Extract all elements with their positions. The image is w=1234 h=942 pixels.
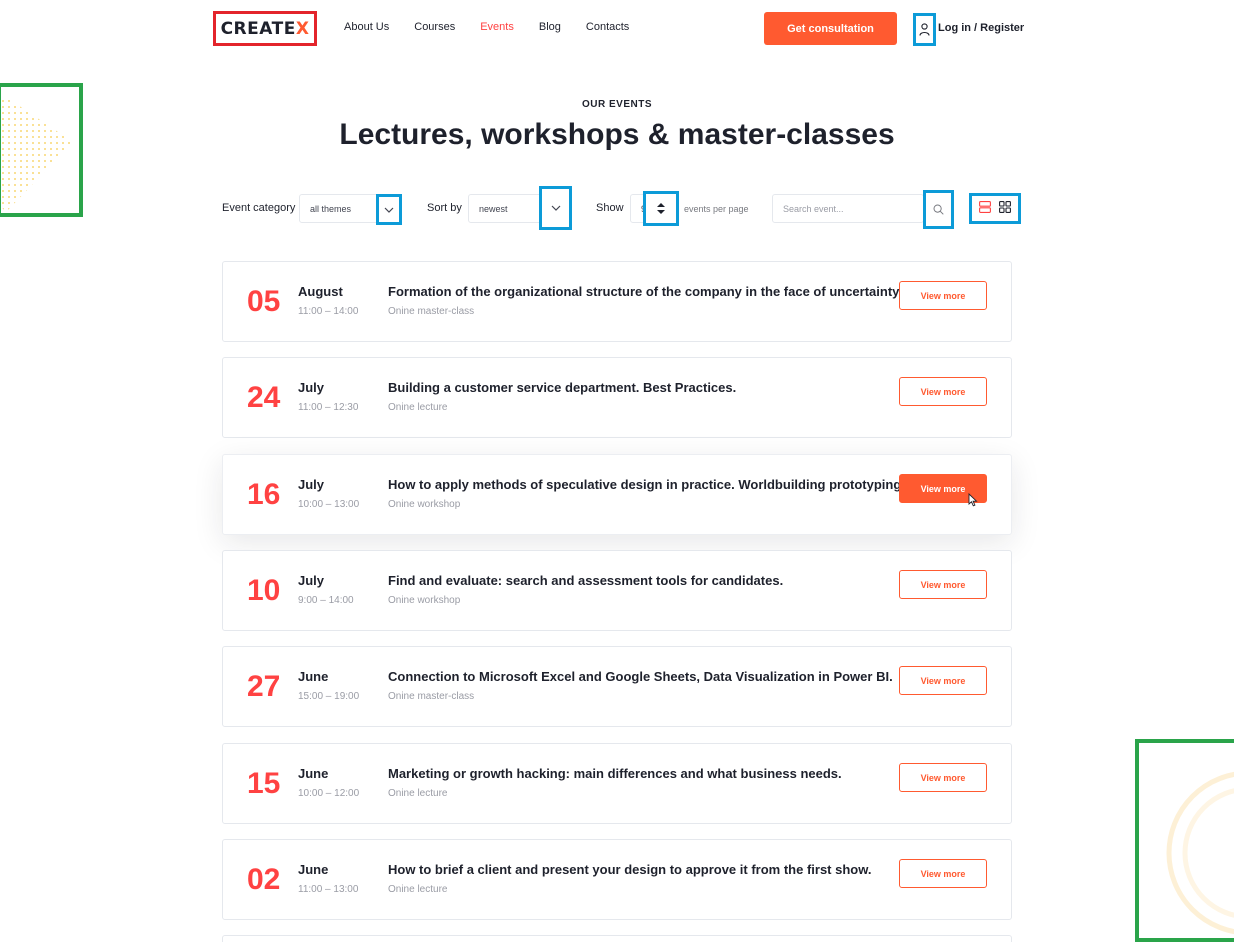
category-label: Event category <box>222 202 296 214</box>
event-month: July <box>298 573 325 588</box>
grid-view-icon[interactable] <box>999 200 1011 218</box>
event-title: Marketing or growth hacking: main differ… <box>388 766 842 781</box>
event-type: Onine workshop <box>388 595 461 606</box>
chevron-down-icon[interactable] <box>539 186 572 230</box>
event-title: Connection to Microsoft Excel and Google… <box>388 669 893 684</box>
event-type: Onine master-class <box>388 691 475 702</box>
event-card: 27 June 15:00 – 19:00 Connection to Micr… <box>222 646 1012 727</box>
event-card: 02 June 11:00 – 13:00 How to brief a cli… <box>222 839 1012 920</box>
view-more-button[interactable]: View more <box>899 763 987 792</box>
event-card: 24 July 11:00 – 12:30 Building a custome… <box>222 357 1012 438</box>
event-month: June <box>298 862 329 877</box>
event-title: How to apply methods of speculative desi… <box>388 477 905 492</box>
sort-select-value: newest <box>479 203 508 214</box>
nav-blog[interactable]: Blog <box>539 21 561 33</box>
nav-events[interactable]: Events <box>480 21 514 33</box>
event-title: Building a customer service department. … <box>388 380 737 395</box>
event-day: 05 <box>247 285 281 318</box>
logo[interactable]: CREATEX <box>213 11 317 46</box>
event-time: 9:00 – 14:00 <box>298 595 354 606</box>
search-placeholder: Search event... <box>783 203 844 214</box>
get-consultation-button[interactable]: Get consultation <box>764 12 897 45</box>
event-card: 05 August 11:00 – 14:00 Formation of the… <box>222 261 1012 342</box>
event-day: 24 <box>247 381 281 414</box>
site-header: CREATEX About Us Courses Events Blog Con… <box>0 0 1234 60</box>
page-title: Lectures, workshops & master-classes <box>339 118 895 151</box>
event-time: 15:00 – 19:00 <box>298 691 360 702</box>
event-time: 11:00 – 12:30 <box>298 402 359 413</box>
nav-contacts[interactable]: Contacts <box>586 21 629 33</box>
search-icon[interactable] <box>923 190 954 229</box>
view-more-button[interactable]: View more <box>899 377 987 406</box>
event-time: 11:00 – 13:00 <box>298 884 359 895</box>
event-month: June <box>298 669 329 684</box>
view-more-button[interactable]: View more <box>899 281 987 310</box>
view-more-button[interactable]: View more <box>899 666 987 695</box>
login-register-link[interactable]: Log in / Register <box>938 22 1024 34</box>
decor-circles <box>1135 739 1234 942</box>
show-label: Show <box>596 202 624 214</box>
event-type: Onine lecture <box>388 884 448 895</box>
event-month: June <box>298 766 329 781</box>
event-card <box>222 935 1012 942</box>
event-title: How to brief a client and present your d… <box>388 862 872 877</box>
event-month: August <box>298 284 343 299</box>
event-type: Onine lecture <box>388 402 448 413</box>
view-more-button[interactable]: View more <box>899 859 987 888</box>
event-day: 02 <box>247 863 281 896</box>
section-overline: OUR EVENTS <box>581 99 652 110</box>
logo-text: CREATE <box>220 18 296 39</box>
event-card: 15 June 10:00 – 12:00 Marketing or growt… <box>222 743 1012 824</box>
event-type: Onine lecture <box>388 788 448 799</box>
mouse-cursor-icon <box>968 492 978 512</box>
per-page-label: events per page <box>684 204 749 214</box>
event-day: 15 <box>247 767 281 800</box>
stepper-arrows-icon[interactable] <box>643 191 679 226</box>
logo-accent: X <box>295 18 310 39</box>
event-title: Find and evaluate: search and assessment… <box>388 573 784 588</box>
sort-label: Sort by <box>427 202 462 214</box>
event-type: Onine workshop <box>388 499 461 510</box>
event-day: 16 <box>247 478 281 511</box>
event-time: 10:00 – 12:00 <box>298 788 360 799</box>
list-view-icon[interactable] <box>979 200 991 218</box>
user-icon[interactable] <box>913 13 936 46</box>
main-nav: About Us Courses Events Blog Contacts <box>344 21 654 33</box>
nav-about[interactable]: About Us <box>344 21 389 33</box>
nav-courses[interactable]: Courses <box>414 21 455 33</box>
event-card: 16 July 10:00 – 13:00 How to apply metho… <box>222 454 1012 535</box>
event-day: 27 <box>247 670 281 703</box>
search-input[interactable]: Search event... <box>772 194 924 223</box>
chevron-down-icon[interactable] <box>376 194 402 225</box>
view-more-button[interactable]: View more <box>899 570 987 599</box>
event-type: Onine master-class <box>388 306 475 317</box>
event-time: 11:00 – 14:00 <box>298 306 359 317</box>
event-day: 10 <box>247 574 281 607</box>
event-title: Formation of the organizational structur… <box>388 284 903 299</box>
event-time: 10:00 – 13:00 <box>298 499 360 510</box>
event-month: July <box>298 380 325 395</box>
view-toggle <box>969 193 1021 224</box>
event-card: 10 July 9:00 – 14:00 Find and evaluate: … <box>222 550 1012 631</box>
category-select-value: all themes <box>310 203 352 214</box>
event-month: July <box>298 477 325 492</box>
